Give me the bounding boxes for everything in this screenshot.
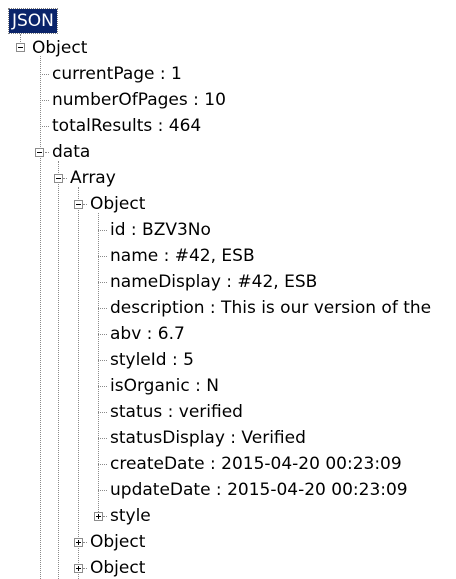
tree-node-number-of-pages[interactable]: numberOfPages : 10 [52, 89, 226, 111]
collapse-toggle-icon[interactable] [74, 200, 83, 209]
expand-toggle-icon[interactable] [74, 538, 83, 547]
tree-node-object[interactable]: Object [32, 37, 87, 59]
collapse-toggle-icon[interactable] [16, 43, 25, 52]
tree-node-total-results[interactable]: totalResults : 464 [52, 115, 201, 137]
tree-node-field[interactable]: statusDisplay : Verified [110, 427, 306, 449]
tree-root-label[interactable]: JSON [8, 8, 58, 34]
tree-node-field[interactable]: name : #42, ESB [110, 245, 255, 267]
tree-node-field[interactable]: styleId : 5 [110, 349, 194, 371]
tree-node-array-object[interactable]: Object [90, 193, 145, 215]
tree-node-array-object[interactable]: Object [90, 531, 145, 553]
expand-toggle-icon[interactable] [74, 564, 83, 573]
tree-node-field[interactable]: createDate : 2015-04-20 00:23:09 [110, 453, 402, 475]
tree-node-data[interactable]: data [52, 141, 90, 163]
tree-node-field[interactable]: nameDisplay : #42, ESB [110, 271, 317, 293]
tree-node-style[interactable]: style [110, 505, 151, 527]
collapse-toggle-icon[interactable] [54, 174, 63, 183]
tree-node-field[interactable]: isOrganic : N [110, 375, 219, 397]
tree-node-array[interactable]: Array [70, 167, 116, 189]
tree-node-field[interactable]: abv : 6.7 [110, 323, 185, 345]
tree-node-array-object[interactable]: Object [90, 557, 145, 579]
tree-node-field[interactable]: description : This is our version of the [110, 297, 431, 319]
expand-toggle-icon[interactable] [94, 512, 103, 521]
tree-node-field[interactable]: id : BZV3No [110, 219, 211, 241]
tree-node-current-page[interactable]: currentPage : 1 [52, 63, 182, 85]
collapse-toggle-icon[interactable] [35, 148, 44, 157]
tree-node-field[interactable]: status : verified [110, 401, 243, 423]
tree-node-field[interactable]: updateDate : 2015-04-20 00:23:09 [110, 479, 408, 501]
